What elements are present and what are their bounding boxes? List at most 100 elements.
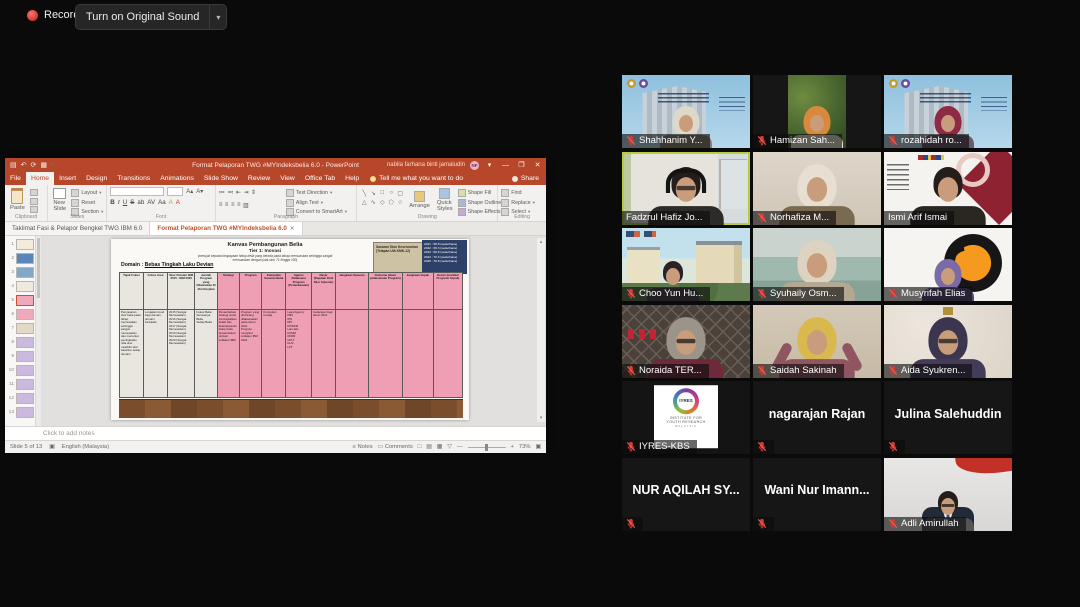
slide-thumbnail-9[interactable]: 9 (8, 351, 35, 362)
bullets-icon[interactable]: ≔ (219, 189, 225, 196)
participant-tile[interactable]: IYRESINSTITUTE FORYOUTH RESEARCHMALAYSIA… (622, 381, 750, 454)
increase-indent-icon[interactable]: ⇥ (243, 189, 248, 196)
reset-button[interactable]: Reset (71, 199, 103, 207)
ribbon-display-options-icon[interactable]: ▾ (484, 161, 495, 169)
slide-thumbnail-image[interactable] (16, 309, 34, 320)
chevron-down-icon[interactable]: ▾ (210, 13, 226, 22)
text-direction-button[interactable]: Text Direction▾ (286, 189, 347, 197)
slide-thumbnail-5[interactable]: 5 (8, 295, 35, 306)
participant-tile[interactable]: Hamizan Sah... (753, 75, 881, 148)
font-size-box[interactable] (167, 187, 183, 196)
participant-tile[interactable]: Choo Yun Hu... (622, 228, 750, 301)
strikethrough-button[interactable]: S (130, 199, 134, 206)
columns-icon[interactable]: ▥ (243, 202, 249, 209)
arrange-button[interactable]: Arrange (407, 187, 432, 213)
zoom-in-icon[interactable]: + (511, 444, 514, 450)
participant-tile[interactable]: rozahidah ro... (884, 75, 1012, 148)
find-button[interactable]: Find (501, 189, 535, 197)
paste-button[interactable]: Paste (8, 187, 27, 213)
ribbon-tab-office-tab[interactable]: Office Tab (300, 172, 340, 185)
ribbon-tab-slide-show[interactable]: Slide Show (199, 172, 243, 185)
slide-vertical-scrollbar[interactable]: ▴ ▾ (537, 238, 545, 422)
scrollbar-handle[interactable] (37, 238, 40, 298)
slide-canvas[interactable]: Kanvas Pembangunan Belia Tier 1: Inovasi… (111, 239, 469, 420)
slide-thumbnail-image[interactable] (16, 365, 34, 376)
undo-icon[interactable]: ↶ (21, 161, 27, 169)
shape-outline-button[interactable]: Shape Outline (458, 199, 502, 207)
slide-thumbnail-image[interactable] (16, 253, 34, 264)
participant-tile[interactable]: Shahhanim Y... (622, 75, 750, 148)
align-center-icon[interactable]: ≡ (225, 202, 229, 209)
slideshow-view-icon[interactable]: ▽ (447, 444, 451, 450)
font-name-box[interactable] (110, 187, 164, 196)
diamond-shape-icon[interactable]: ◇ (378, 198, 386, 206)
ribbon-tab-home[interactable]: Home (26, 172, 54, 185)
align-left-icon[interactable]: ≡ (219, 202, 223, 209)
slide-thumbnail-3[interactable]: 3 (8, 267, 35, 278)
slide-thumbnail-image[interactable] (16, 379, 34, 390)
participant-tile[interactable]: Fadzrul Hafiz Jo... (622, 152, 750, 225)
scroll-up-icon[interactable]: ▴ (540, 239, 543, 245)
numbering-icon[interactable]: ≕ (227, 189, 233, 196)
spellcheck-icon[interactable]: ▣ (49, 444, 54, 450)
align-right-icon[interactable]: ≡ (231, 202, 235, 209)
ribbon-tab-animations[interactable]: Animations (155, 172, 199, 185)
participant-tile[interactable]: Musyrifah Elias (884, 228, 1012, 301)
new-slide-button[interactable]: New Slide (51, 187, 68, 213)
slide-thumbnail-image[interactable] (16, 337, 34, 348)
pentagon-shape-icon[interactable]: ⬠ (387, 198, 395, 206)
callout-shape-icon[interactable]: ▢ (396, 189, 404, 197)
justify-icon[interactable]: ≡ (237, 202, 241, 209)
grow-font-icon[interactable]: A▴ (186, 188, 193, 195)
decrease-indent-icon[interactable]: ⇤ (236, 189, 241, 196)
highlight-color-icon[interactable]: A (169, 199, 173, 206)
participant-tile[interactable]: Ismi Arif Ismai (884, 152, 1012, 225)
change-case-icon[interactable]: Aa (158, 199, 166, 206)
triangle-shape-icon[interactable]: △ (360, 198, 368, 206)
restore-button[interactable]: ❐ (516, 161, 527, 169)
ribbon-tab-design[interactable]: Design (81, 172, 112, 185)
star-shape-icon[interactable]: ☆ (396, 198, 404, 206)
slide-thumbnail-image[interactable] (16, 239, 34, 250)
slide-thumbnail-image[interactable] (16, 281, 34, 292)
slide-thumbnail-2[interactable]: 2 (8, 253, 35, 264)
line-shape-icon[interactable]: ╲ (360, 189, 368, 197)
normal-view-icon[interactable]: □ (418, 444, 422, 450)
participant-tile[interactable]: nagarajan Rajan (753, 381, 881, 454)
zoom-level[interactable]: 73% (519, 444, 531, 450)
ribbon-tab-help[interactable]: Help (340, 172, 364, 185)
participant-tile[interactable]: Adli Amirullah (884, 458, 1012, 531)
ribbon-tab-transitions[interactable]: Transitions (112, 172, 155, 185)
share-button[interactable]: Share (512, 172, 546, 185)
slide-thumbnail-11[interactable]: 11 (8, 379, 35, 390)
align-text-button[interactable]: Align Text▾ (286, 199, 347, 207)
participant-tile[interactable]: Saidah Sakinah (753, 305, 881, 378)
slide-thumbnail-8[interactable]: 8 (8, 337, 35, 348)
shape-gallery[interactable]: ╲ ↘ □ ○ ▢ △ ∿ ◇ ⬠ ☆ (360, 187, 404, 213)
slide-thumbnail-image[interactable] (16, 267, 34, 278)
cut-icon[interactable] (30, 189, 38, 196)
document-tab[interactable]: Taklimat Fasi & Pelapor Bengkel TWG IBM … (5, 222, 150, 235)
close-tab-icon[interactable]: ✕ (290, 226, 295, 232)
format-painter-icon[interactable] (30, 206, 38, 213)
scroll-down-icon[interactable]: ▾ (540, 415, 543, 421)
slide-thumbnail-image[interactable] (16, 393, 34, 404)
slide-thumbnail-4[interactable]: 4 (8, 281, 35, 292)
slide-thumbnail-panel[interactable]: 12345678910111213 (5, 236, 36, 426)
shrink-font-icon[interactable]: A▾ (196, 188, 203, 195)
save-icon[interactable]: ▤ (10, 161, 17, 169)
slide-thumbnail-6[interactable]: 6 (8, 309, 35, 320)
participant-tile[interactable]: Syuhaily Osm... (753, 228, 881, 301)
quick-styles-button[interactable]: Quick Styles (435, 187, 455, 213)
redo-icon[interactable]: ⟳ (31, 161, 37, 169)
oval-shape-icon[interactable]: ○ (387, 189, 395, 197)
slide-thumbnail-13[interactable]: 13 (8, 407, 35, 418)
text-shadow-button[interactable]: ab (137, 199, 144, 206)
layout-button[interactable]: Layout▾ (71, 189, 103, 197)
zoom-slider[interactable] (468, 447, 506, 448)
participant-tile[interactable]: Norhafiza M... (753, 152, 881, 225)
slide-thumbnail-image[interactable] (16, 295, 34, 306)
ribbon-tab-view[interactable]: View (275, 172, 300, 185)
original-sound-button[interactable]: Turn on Original Sound ▾ (75, 4, 227, 30)
slide-thumbnail-1[interactable]: 1 (8, 239, 35, 250)
